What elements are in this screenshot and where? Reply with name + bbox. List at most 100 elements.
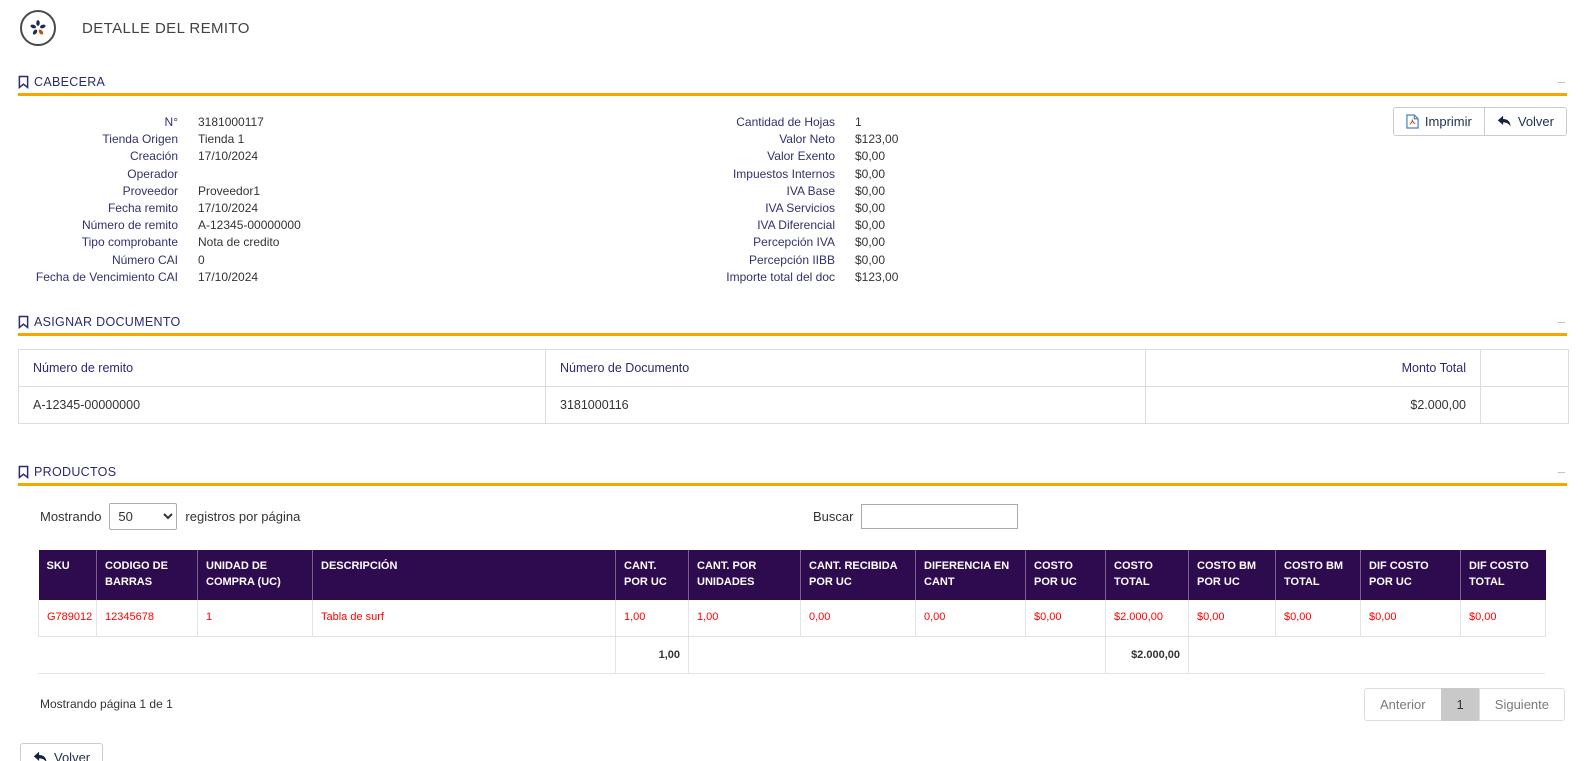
bookmark-icon bbox=[18, 75, 29, 89]
collapse-cabecera-toggle[interactable]: – bbox=[1558, 74, 1567, 89]
col-dif-costo-total: DIF COSTO TOTAL bbox=[1460, 550, 1546, 600]
section-asignar-documento: ASIGNAR DOCUMENTO – Número de remito Núm… bbox=[18, 314, 1569, 425]
pagination-prev[interactable]: Anterior bbox=[1364, 687, 1442, 721]
cell-codigo-barras: 12345678 bbox=[96, 599, 198, 637]
summary-costo-total: $2.000,00 bbox=[1105, 636, 1189, 673]
reply-arrow-icon bbox=[1497, 115, 1511, 127]
table-bottom-divider bbox=[38, 672, 1545, 674]
field-iva-servicios: IVA Servicios $0,00 bbox=[765, 201, 886, 216]
summary-cant-por-uc: 1,00 bbox=[615, 636, 689, 673]
section-divider bbox=[18, 483, 1567, 487]
page-title: DETALLE DEL REMITO bbox=[82, 19, 250, 37]
field-iva-base: IVA Base $0,00 bbox=[786, 183, 886, 198]
page-size-prefix-label: Mostrando bbox=[40, 509, 102, 525]
search-label: Buscar bbox=[813, 509, 854, 525]
section-cabecera-title: CABECERA bbox=[18, 75, 105, 89]
col-costo-bm-total: COSTO BM TOTAL bbox=[1275, 550, 1361, 600]
col-sku: SKU bbox=[38, 550, 97, 600]
imprimir-button[interactable]: Imprimir bbox=[1392, 107, 1485, 136]
cell-dif-costo-total: $0,00 bbox=[1460, 599, 1546, 637]
pinwheel-icon bbox=[30, 20, 46, 35]
col-costo-bm-por-uc: COSTO BM POR UC bbox=[1188, 550, 1276, 600]
collapse-productos-toggle[interactable]: – bbox=[1558, 464, 1567, 479]
productos-header-row: SKU CODIGO DE BARRAS UNIDAD DE COMPRA (U… bbox=[38, 550, 1546, 600]
field-valor-neto: Valor Neto $123,00 bbox=[779, 132, 899, 147]
cell-monto-total: $2.000,00 bbox=[1145, 386, 1481, 425]
pagination-page-1[interactable]: 1 bbox=[1440, 687, 1480, 721]
pagination-next[interactable]: Siguiente bbox=[1478, 687, 1565, 721]
col-costo-total: COSTO TOTAL bbox=[1105, 550, 1189, 600]
cell-costo-bm-por-uc: $0,00 bbox=[1188, 599, 1276, 637]
pdf-file-icon bbox=[1406, 114, 1419, 129]
productos-summary-row: 1,00 $2.000,00 bbox=[38, 636, 1546, 673]
field-vencimiento-cai: Fecha de Vencimiento CAI 17/10/2024 bbox=[35, 269, 259, 284]
bookmark-icon bbox=[18, 465, 29, 479]
section-divider bbox=[18, 333, 1567, 337]
page-status: Mostrando página 1 de 1 bbox=[40, 696, 173, 711]
doc-table-header-row: Número de remito Número de Documento Mon… bbox=[18, 349, 1569, 388]
reply-arrow-icon bbox=[33, 751, 47, 761]
field-numero: N° 3181000117 bbox=[164, 115, 264, 129]
search-control: Buscar bbox=[813, 504, 1019, 530]
doc-table-row[interactable]: A-12345-00000000 3181000116 $2.000,00 bbox=[18, 386, 1569, 425]
field-iva-diferencial: IVA Diferencial $0,00 bbox=[757, 218, 886, 233]
section-divider bbox=[18, 93, 1567, 96]
app-logo[interactable] bbox=[20, 10, 56, 46]
section-productos: PRODUCTOS – Mostrando 50 registros por p… bbox=[18, 464, 1567, 721]
detalle-remito-page: DETALLE DEL REMITO CABECERA – N° 31810001… bbox=[0, 0, 1585, 761]
page-size-suffix-label: registros por página bbox=[185, 509, 301, 525]
field-numero-remito: Número de remito A-12345-00000000 bbox=[81, 218, 301, 233]
col-codigo-barras: CODIGO DE BARRAS bbox=[96, 550, 198, 600]
col-dif-costo-por-uc: DIF COSTO POR UC bbox=[1360, 550, 1461, 600]
cell-cant-por-unidades: 1,00 bbox=[688, 599, 801, 637]
field-fecha-remito: Fecha remito 17/10/2024 bbox=[107, 201, 259, 216]
field-importe-total: Importe total del doc $123,00 bbox=[726, 269, 899, 284]
col-cant-por-uc: CANT. POR UC bbox=[615, 550, 689, 600]
col-costo-por-uc: COSTO POR UC bbox=[1025, 550, 1106, 600]
cell-descripcion: Tabla de surf bbox=[312, 599, 616, 637]
field-tipo-comprobante: Tipo comprobante Nota de credito bbox=[81, 235, 280, 250]
section-asignar-title: ASIGNAR DOCUMENTO bbox=[18, 315, 181, 329]
producto-row[interactable]: G789012 12345678 1 Tabla de surf 1,00 1,… bbox=[38, 599, 1546, 637]
col-cant-por-unidades: CANT. POR UNIDADES bbox=[688, 550, 801, 600]
cell-diferencia-cant: 0,00 bbox=[915, 599, 1026, 637]
field-cantidad-hojas: Cantidad de Hojas 1 bbox=[736, 115, 862, 129]
asignar-documento-table: Número de remito Número de Documento Mon… bbox=[18, 349, 1569, 425]
volver-button-bottom[interactable]: Volver bbox=[20, 742, 104, 761]
field-percepcion-iibb: Percepción IIBB $0,00 bbox=[748, 252, 886, 267]
volver-button-top[interactable]: Volver bbox=[1483, 107, 1567, 136]
productos-controls: Mostrando 50 registros por página Buscar bbox=[40, 503, 1567, 531]
search-input[interactable] bbox=[861, 504, 1019, 530]
cell-costo-total: $2.000,00 bbox=[1105, 599, 1189, 637]
bookmark-icon bbox=[18, 315, 29, 329]
col-monto-total: Monto Total bbox=[1145, 349, 1481, 388]
top-bar: DETALLE DEL REMITO bbox=[18, 0, 1567, 52]
field-valor-exento: Valor Exento $0,00 bbox=[767, 149, 886, 164]
cell-cant-por-uc: 1,00 bbox=[615, 599, 689, 637]
cabecera-actions: Imprimir Volver bbox=[1392, 107, 1567, 136]
col-numero-remito: Número de remito bbox=[18, 349, 546, 388]
field-tienda-origen: Tienda Origen Tienda 1 bbox=[102, 132, 245, 147]
field-operador: Operador bbox=[127, 166, 178, 181]
col-numero-documento: Número de Documento bbox=[545, 349, 1146, 388]
productos-footer: Mostrando página 1 de 1 Anterior 1 Sigui… bbox=[40, 687, 1567, 721]
col-descripcion: DESCRIPCIÓN bbox=[312, 550, 616, 600]
field-creacion: Creación 17/10/2024 bbox=[129, 149, 259, 164]
col-cant-recibida: CANT. RECIBIDA POR UC bbox=[800, 550, 916, 600]
cell-numero-remito: A-12345-00000000 bbox=[18, 386, 546, 425]
cell-actions bbox=[1480, 386, 1569, 425]
page-size-select[interactable]: 50 bbox=[109, 503, 178, 531]
col-unidad-compra: UNIDAD DE COMPRA (UC) bbox=[197, 550, 313, 600]
cell-sku: G789012 bbox=[38, 599, 97, 637]
pagination: Anterior 1 Siguiente bbox=[1364, 687, 1565, 721]
section-cabecera: CABECERA – N° 3181000117 Tienda Origen Tie… bbox=[18, 74, 1567, 286]
cell-unidad-compra: 1 bbox=[197, 599, 313, 637]
productos-table: SKU CODIGO DE BARRAS UNIDAD DE COMPRA (U… bbox=[38, 550, 1546, 673]
cell-dif-costo-por-uc: $0,00 bbox=[1360, 599, 1461, 637]
cell-costo-por-uc: $0,00 bbox=[1025, 599, 1106, 637]
col-diferencia-cant: DIFERENCIA EN CANT bbox=[915, 550, 1026, 600]
cabecera-fields: N° 3181000117 Tienda Origen Tienda 1 Creac… bbox=[18, 107, 1567, 286]
collapse-asignar-toggle[interactable]: – bbox=[1558, 314, 1567, 329]
section-productos-title: PRODUCTOS bbox=[18, 465, 116, 479]
cell-numero-documento: 3181000116 bbox=[545, 386, 1146, 425]
